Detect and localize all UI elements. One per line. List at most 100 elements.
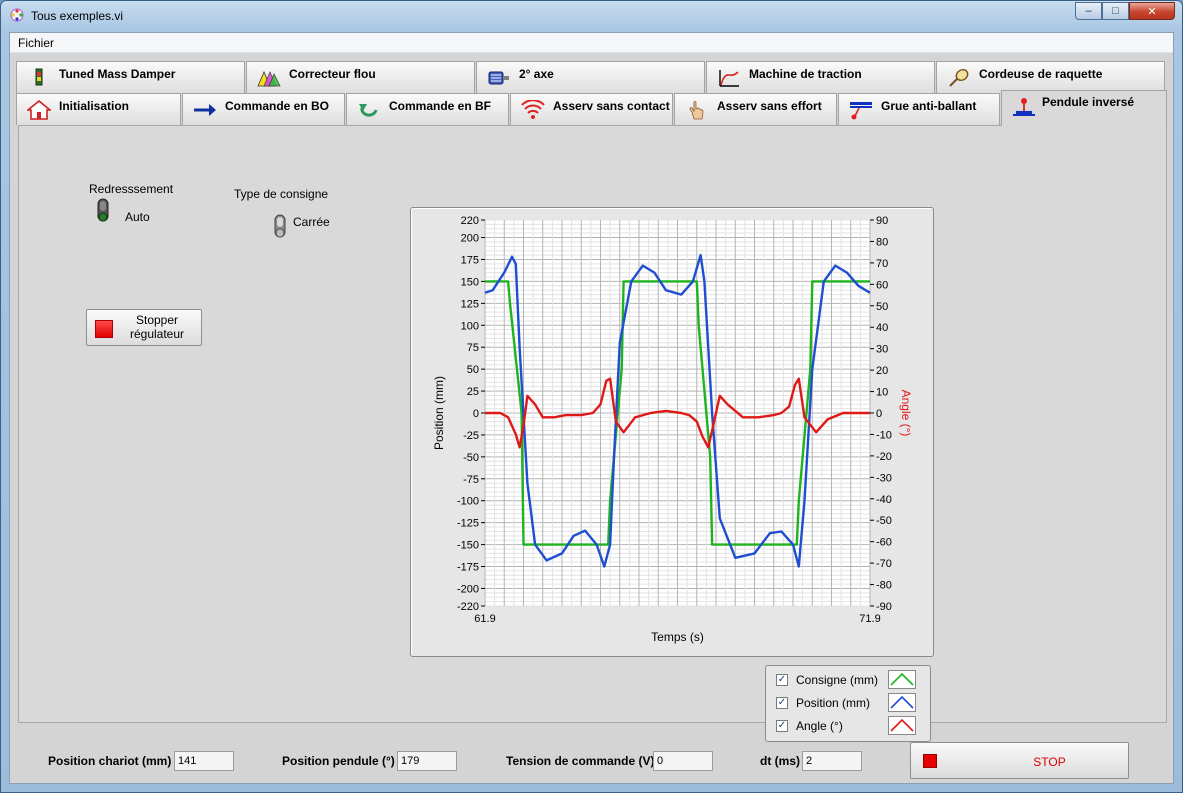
legend-swatch-angle: [888, 716, 916, 735]
fuzzy-triangles-icon: [257, 70, 281, 87]
tension-label: Tension de commande (V): [506, 754, 655, 768]
y2-tick-label: 40: [876, 322, 888, 334]
y-tick-label: -75: [463, 474, 479, 486]
tab-asserv-sans-contact[interactable]: Asserv sans contact: [510, 93, 673, 125]
legend-item-angle[interactable]: ✓ Angle (°): [776, 715, 926, 735]
stop-label: STOP: [1033, 755, 1066, 769]
menu-bar: Fichier: [10, 33, 1173, 53]
close-button[interactable]: ✕: [1129, 2, 1175, 20]
y-tick-label: -175: [457, 562, 479, 574]
legend-item-position[interactable]: ✓ Position (mm): [776, 692, 926, 712]
y-tick-label: 100: [461, 320, 479, 332]
y2-tick-label: 10: [876, 387, 888, 399]
tab-commande-bo[interactable]: Commande en BO: [182, 93, 345, 125]
y-tick-label: 175: [461, 254, 479, 266]
y-tick-label: 125: [461, 298, 479, 310]
y2-tick-label: -20: [876, 451, 892, 463]
wireless-icon: [521, 100, 545, 119]
y2-tick-label: 0: [876, 408, 882, 420]
tab-label: Asserv sans effort: [717, 99, 822, 113]
tab-pendule-inverse[interactable]: Pendule inversé: [1001, 90, 1167, 126]
status-bar: Position chariot (mm) 141 Position pendu…: [10, 733, 1173, 783]
tab-2e-axe[interactable]: 2° axe: [476, 61, 705, 93]
y2-tick-label: 30: [876, 344, 888, 356]
y-tick-label: -25: [463, 430, 479, 442]
redressement-label: Redresssement: [89, 182, 174, 196]
x-tick-label: 61.9: [474, 613, 495, 625]
y2-tick-label: 80: [876, 236, 888, 248]
tension-indicator: 0: [653, 751, 713, 771]
y2-tick-label: 90: [876, 215, 888, 227]
tab-label: Asserv sans contact: [553, 99, 670, 113]
stop-square-icon: [95, 320, 113, 338]
y2-tick-label: -40: [876, 494, 892, 506]
tab-initialisation[interactable]: Initialisation: [16, 93, 181, 125]
stop-regulator-button[interactable]: Stopper régulateur: [86, 309, 202, 346]
tab-page-pendule-inverse: Redresssement Auto Type de consigne Carr…: [18, 125, 1167, 742]
dt-label: dt (ms): [760, 754, 800, 768]
client-area: Fichier Tuned Mass Damper Correcteur flo…: [9, 32, 1174, 784]
traction-curve-icon: [719, 70, 739, 87]
pos-pendule-indicator: 179: [397, 751, 457, 771]
y-tick-label: 220: [461, 215, 479, 227]
window-controls: – □ ✕: [1075, 2, 1175, 20]
tab-asserv-sans-effort[interactable]: Asserv sans effort: [674, 93, 837, 125]
legend-checkbox[interactable]: ✓: [776, 674, 788, 686]
tab-commande-bf[interactable]: Commande en BF: [346, 93, 509, 125]
plot-legend: ✓ Consigne (mm) ✓ Position (mm) ✓ Angle …: [765, 665, 931, 742]
graph-svg: 2202001751501251007550250-25-50-75-100-1…: [432, 215, 913, 644]
pos-chariot-indicator: 141: [174, 751, 234, 771]
redressement-toggle[interactable]: [95, 197, 111, 225]
y2-tick-label: 50: [876, 301, 888, 313]
y2-tick-label: 70: [876, 258, 888, 270]
loop-arrow-icon: [359, 104, 378, 117]
tab-label: 2° axe: [519, 67, 554, 81]
waveform-graph: 220 200 175 150 125 100 75 50 25 0 -25 -50 -75 -100 -1…: [410, 207, 934, 657]
tab-machine-traction[interactable]: Machine de traction: [706, 61, 935, 93]
legend-checkbox[interactable]: ✓: [776, 697, 788, 709]
legend-label: Angle (°): [796, 719, 843, 733]
tab-correcteur-flou[interactable]: Correcteur flou: [246, 61, 475, 93]
application-window: Tous exemples.vi – □ ✕ Fichier Tuned Mas…: [0, 0, 1183, 793]
y2-tick-label: 20: [876, 365, 888, 377]
legend-label: Position (mm): [796, 696, 871, 710]
y-tick-label: -150: [457, 540, 479, 552]
y2-axis-label: Angle (°): [899, 390, 913, 437]
minimize-button[interactable]: –: [1075, 2, 1102, 20]
y-tick-label: -200: [457, 583, 479, 595]
pos-chariot-label: Position chariot (mm): [48, 754, 172, 768]
arrow-right-icon: [194, 104, 216, 116]
tab-tuned-mass-damper[interactable]: Tuned Mass Damper: [16, 61, 245, 93]
y-tick-label: -125: [457, 518, 479, 530]
stop-button[interactable]: STOP: [910, 742, 1129, 779]
y2-tick-label: -60: [876, 537, 892, 549]
stop-regulator-line2: régulateur: [129, 327, 185, 341]
tab-label: Grue anti-ballant: [881, 99, 977, 113]
y2-tick-label: -90: [876, 601, 892, 613]
title-bar[interactable]: Tous exemples.vi – □ ✕: [1, 1, 1182, 31]
legend-checkbox[interactable]: ✓: [776, 720, 788, 732]
tab-label: Commande en BO: [225, 99, 330, 113]
y-axis-label: Position (mm): [432, 376, 446, 450]
tab-label: Tuned Mass Damper: [59, 67, 176, 81]
hand-icon: [689, 101, 704, 120]
legend-item-consigne[interactable]: ✓ Consigne (mm): [776, 669, 926, 689]
y-tick-label: -50: [463, 452, 479, 464]
menu-fichier[interactable]: Fichier: [18, 36, 54, 50]
y2-tick-label: -80: [876, 580, 892, 592]
motor-icon: [488, 71, 509, 85]
y-tick-label: 0: [473, 408, 479, 420]
consigne-type-toggle[interactable]: [272, 213, 288, 241]
y2-tick-label: -50: [876, 515, 892, 527]
maximize-button[interactable]: □: [1102, 2, 1129, 20]
tab-cordeuse-raquette[interactable]: Cordeuse de raquette: [936, 61, 1165, 93]
y-tick-label: 25: [467, 386, 479, 398]
tab-label: Initialisation: [59, 99, 130, 113]
y-tick-label: -100: [457, 496, 479, 508]
pos-pendule-label: Position pendule (°): [282, 754, 395, 768]
y2-tick-label: -10: [876, 429, 892, 441]
home-icon: [27, 100, 51, 120]
close-icon: ✕: [1147, 5, 1157, 18]
crane-icon: [850, 102, 872, 120]
tab-grue-anti-ballant[interactable]: Grue anti-ballant: [838, 93, 1000, 125]
